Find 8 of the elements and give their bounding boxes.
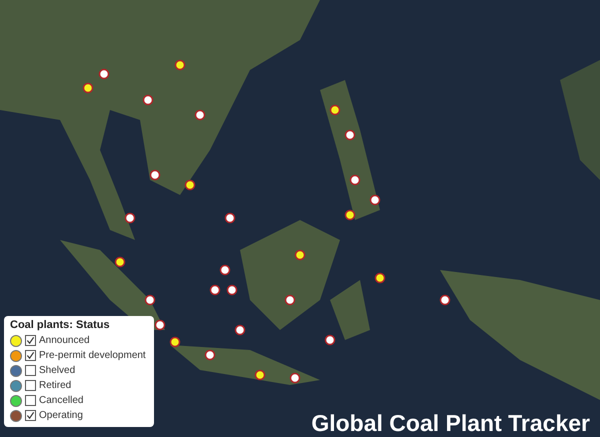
status-label: Announced [39,335,90,346]
status-label: Pre-permit development [39,350,146,361]
status-label: Operating [39,410,83,421]
status-label: Cancelled [39,395,84,406]
status-label: Shelved [39,365,76,376]
legend-title: Coal plants: Status [10,319,111,331]
status-label: Retired [39,380,72,391]
tracker-title: Global Coal Plant Tracker [311,410,590,437]
